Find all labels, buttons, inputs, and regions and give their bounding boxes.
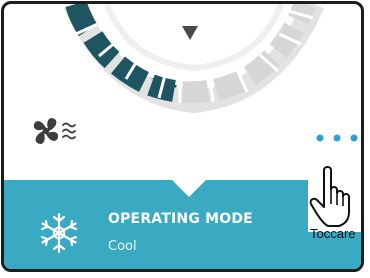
climate-control-card: OPERATING MODE Cool Toccare [1, 1, 364, 272]
operating-mode-title: OPERATING MODE [108, 211, 253, 227]
hand-pointer-icon [308, 166, 361, 232]
temperature-down-arrow-icon [182, 26, 198, 40]
more-options-icon[interactable] [311, 130, 363, 146]
operating-mode-value: Cool [108, 239, 137, 254]
cursor-label: Toccare [310, 226, 356, 241]
fan-speed-icon[interactable] [31, 116, 77, 150]
snowflake-icon [40, 212, 78, 254]
temperature-dial[interactable] [4, 4, 364, 180]
panel-pointer-notch [172, 180, 206, 197]
